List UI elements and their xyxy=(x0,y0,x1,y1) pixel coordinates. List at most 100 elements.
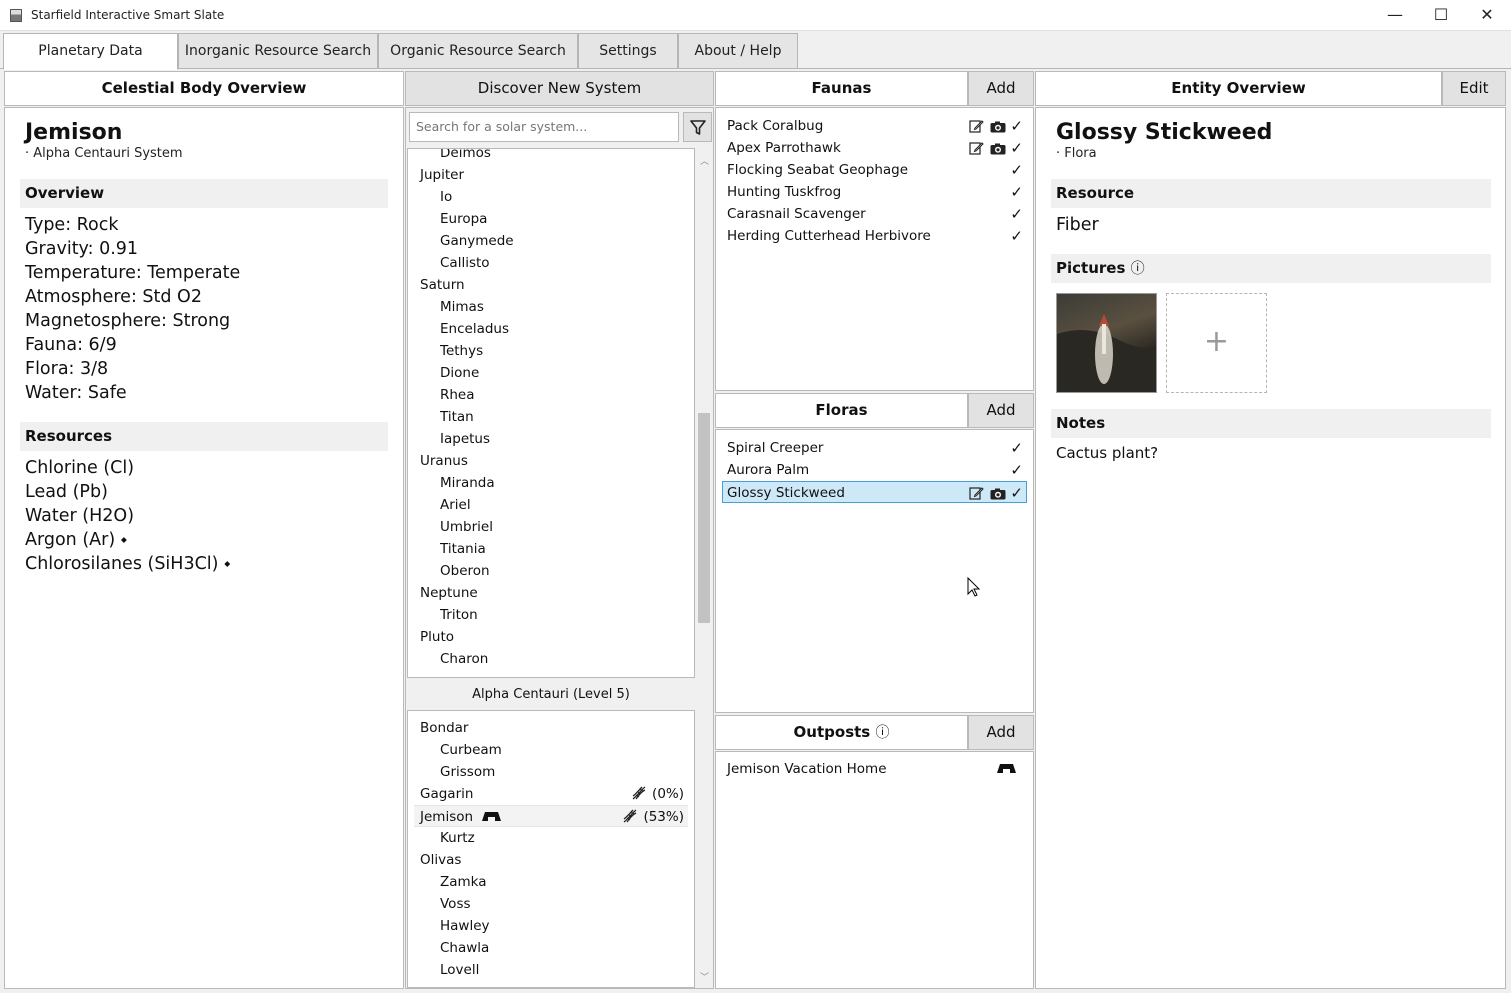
title-bar: Starfield Interactive Smart Slate — ☐ ✕ xyxy=(0,0,1511,31)
sol-tree-item[interactable]: Enceladus xyxy=(408,318,694,340)
edit-note-icon xyxy=(969,487,985,500)
entry-status-icons: ✓ xyxy=(969,115,1023,138)
fauna-list-item[interactable]: Apex Parrothawk ✓ xyxy=(722,137,1027,159)
scroll-down-arrow-icon[interactable]: ﹀ xyxy=(700,970,709,983)
system-tree-item[interactable]: Chawla xyxy=(408,937,694,959)
system-tree-item[interactable]: Hawley xyxy=(408,915,694,937)
sol-tree-item[interactable]: Ganymede xyxy=(408,230,694,252)
check-icon: ✓ xyxy=(1010,183,1023,201)
system-search-input[interactable]: Search for a solar system... xyxy=(409,112,679,142)
tab-planetary-data[interactable]: Planetary Data xyxy=(3,33,178,70)
system-tree-scrollbar[interactable]: ﹀ xyxy=(695,710,712,988)
system-tree-item[interactable]: Grissom xyxy=(408,761,694,783)
system-tree-item[interactable]: Zamka xyxy=(408,871,694,893)
entry-status-icons: ✓ xyxy=(969,137,1023,160)
resource-item: Argon (Ar) ⬩ xyxy=(25,530,128,550)
system-tree-item[interactable]: Jemison (53%) xyxy=(414,805,688,827)
scan-progress-label: (0%) xyxy=(652,786,684,802)
outposts-info-icon[interactable]: ⓘ xyxy=(875,725,889,741)
sol-tree-item[interactable]: Saturn xyxy=(408,274,694,296)
add-picture-button[interactable]: + xyxy=(1166,293,1267,393)
tree-item-label: Lovell xyxy=(440,962,480,978)
sol-tree-item[interactable]: Charon xyxy=(408,648,694,670)
edit-note-icon xyxy=(969,120,985,133)
tab-organic-resource-search[interactable]: Organic Resource Search xyxy=(378,33,578,69)
flora-list-item[interactable]: Aurora Palm ✓ xyxy=(722,459,1027,481)
tree-item-label: Triton xyxy=(440,607,478,623)
tree-item-label: Enceladus xyxy=(440,321,509,337)
tab-about-help[interactable]: About / Help xyxy=(678,33,798,69)
edit-note-icon xyxy=(969,142,985,155)
tree-item-label: Europa xyxy=(440,211,488,227)
flora-list-item[interactable]: Spiral Creeper ✓ xyxy=(722,437,1027,459)
sol-tree-item[interactable]: Mimas xyxy=(408,296,694,318)
system-tree-item[interactable]: Voss xyxy=(408,893,694,915)
add-outpost-button[interactable]: Add xyxy=(968,715,1034,750)
tree-item-label: Grissom xyxy=(440,764,496,780)
tree-item-label: Deimos xyxy=(440,148,491,161)
check-icon: ✓ xyxy=(1010,205,1023,223)
flora-list-item[interactable]: Glossy Stickweed ✓ xyxy=(722,481,1027,503)
filter-icon xyxy=(690,120,706,135)
tab-settings[interactable]: Settings xyxy=(578,33,678,69)
fauna-list-item[interactable]: Flocking Seabat Geophage ✓ xyxy=(722,159,1027,181)
entry-status-icons: ✓ xyxy=(969,482,1023,505)
sol-tree-item[interactable]: Titan xyxy=(408,406,694,428)
sol-tree-item[interactable]: Europa xyxy=(408,208,694,230)
tree-item-label: Callisto xyxy=(440,255,490,271)
system-tree-item[interactable]: Gagarin (0%) xyxy=(408,783,694,805)
sol-tree-item[interactable]: Deimos xyxy=(408,148,694,164)
sol-tree-item[interactable]: Neptune xyxy=(408,582,694,604)
fauna-list-item[interactable]: Hunting Tuskfrog ✓ xyxy=(722,181,1027,203)
pictures-info-icon[interactable]: ⓘ xyxy=(1131,261,1145,277)
sol-tree-item[interactable]: Ariel xyxy=(408,494,694,516)
sol-tree-item[interactable]: Tethys xyxy=(408,340,694,362)
tree-item-label: Miranda xyxy=(440,475,495,491)
tree-item-label: Curbeam xyxy=(440,742,502,758)
sol-tree-item[interactable]: Umbriel xyxy=(408,516,694,538)
scroll-up-arrow-icon[interactable]: ︿ xyxy=(700,154,709,167)
system-tree-item[interactable]: Kurtz xyxy=(408,827,694,849)
system-tree-item[interactable]: Olivas xyxy=(408,849,694,871)
entity-picture-thumbnail[interactable] xyxy=(1056,293,1157,393)
entry-status-icons: ✓ xyxy=(1010,159,1023,182)
sol-tree-item[interactable]: Uranus xyxy=(408,450,694,472)
sol-tree-item[interactable]: Dione xyxy=(408,362,694,384)
minimize-button[interactable]: — xyxy=(1372,0,1418,31)
entry-status-icons: ✓ xyxy=(1010,225,1023,248)
sol-tree-item[interactable]: Pluto xyxy=(408,626,694,648)
sol-tree-item[interactable]: Io xyxy=(408,186,694,208)
discover-new-system-button[interactable]: Discover New System xyxy=(405,71,714,106)
tab-inorganic-resource-search[interactable]: Inorganic Resource Search xyxy=(178,33,378,69)
app-icon xyxy=(10,9,22,22)
system-tree-item[interactable]: Lovell xyxy=(408,959,694,981)
check-icon: ✓ xyxy=(1010,139,1023,157)
filter-button[interactable] xyxy=(683,112,712,142)
sol-tree-scroll-thumb[interactable] xyxy=(698,413,710,623)
outpost-list-item[interactable]: Jemison Vacation Home xyxy=(722,758,1027,780)
system-tree-item[interactable]: Curbeam xyxy=(408,739,694,761)
check-icon: ✓ xyxy=(1010,461,1023,479)
fauna-list-item[interactable]: Herding Cutterhead Herbivore ✓ xyxy=(722,225,1027,247)
sol-tree-item[interactable]: Triton xyxy=(408,604,694,626)
fauna-name: Hunting Tuskfrog xyxy=(727,184,842,200)
sol-tree-item[interactable]: Titania xyxy=(408,538,694,560)
sol-tree-item[interactable]: Miranda xyxy=(408,472,694,494)
fauna-list-item[interactable]: Pack Coralbug ✓ xyxy=(722,115,1027,137)
window-title: Starfield Interactive Smart Slate xyxy=(31,8,225,22)
fauna-name: Pack Coralbug xyxy=(727,118,824,134)
system-tree-item[interactable]: Bondar xyxy=(408,717,694,739)
edit-entity-button[interactable]: Edit xyxy=(1442,71,1506,106)
fauna-list-item[interactable]: Carasnail Scavenger ✓ xyxy=(722,203,1027,225)
add-flora-button[interactable]: Add xyxy=(968,393,1034,428)
sol-tree-item[interactable]: Callisto xyxy=(408,252,694,274)
sol-tree-item[interactable]: Rhea xyxy=(408,384,694,406)
close-button[interactable]: ✕ xyxy=(1464,0,1510,31)
sol-tree-scrollbar[interactable]: ︿ xyxy=(695,148,712,678)
add-fauna-button[interactable]: Add xyxy=(968,71,1034,106)
sol-tree-item[interactable]: Jupiter xyxy=(408,164,694,186)
sol-tree-item[interactable]: Oberon xyxy=(408,560,694,582)
tree-item-label: Iapetus xyxy=(440,431,491,447)
sol-tree-item[interactable]: Iapetus xyxy=(408,428,694,450)
maximize-button[interactable]: ☐ xyxy=(1418,0,1464,31)
